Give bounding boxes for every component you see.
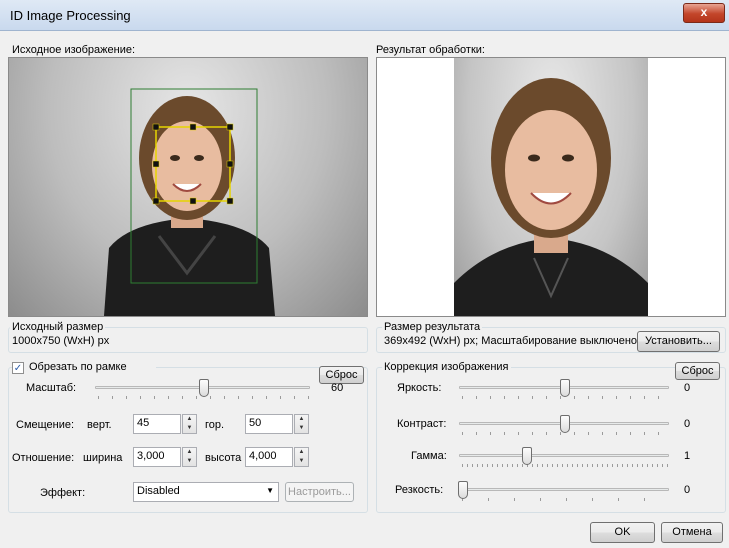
gamma-label: Гамма: — [411, 450, 447, 462]
ratio-height-label: высота — [205, 452, 242, 464]
scale-label: Масштаб: — [26, 382, 77, 394]
brightness-slider-thumb[interactable] — [560, 379, 570, 397]
scale-slider-thumb[interactable] — [199, 379, 209, 397]
result-image — [454, 58, 648, 316]
ratio-width-spinner[interactable]: ▲ ▼ — [182, 447, 197, 467]
spin-up-icon[interactable]: ▲ — [295, 415, 308, 424]
offset-hor-input[interactable]: 50 — [245, 414, 293, 434]
correction-group-title: Коррекция изображения — [382, 361, 511, 373]
contrast-value: 0 — [684, 418, 691, 430]
gamma-value: 1 — [684, 450, 691, 462]
ratio-label: Отношение: — [12, 452, 75, 464]
contrast-label: Контраст: — [397, 418, 447, 430]
sharpness-slider-thumb[interactable] — [458, 481, 468, 499]
gamma-slider-ticks — [462, 464, 669, 467]
chevron-down-icon[interactable]: ▼ — [266, 486, 274, 495]
ratio-width-input[interactable]: 3,000 — [133, 447, 181, 467]
result-image-label: Результат обработки: — [376, 44, 485, 56]
sharpness-slider-ticks — [462, 498, 669, 501]
spin-down-icon[interactable]: ▼ — [183, 457, 196, 466]
source-image-label: Исходное изображение: — [12, 44, 136, 56]
ratio-height-input[interactable]: 4,000 — [245, 447, 293, 467]
offset-vert-input[interactable]: 45 — [133, 414, 181, 434]
source-photo — [104, 88, 275, 316]
close-button[interactable]: x — [683, 3, 725, 23]
source-size-value: 1000x750 (WxH) px — [12, 335, 110, 347]
sharpness-slider-track[interactable] — [459, 488, 669, 491]
spin-up-icon[interactable]: ▲ — [183, 448, 196, 457]
source-image — [8, 57, 368, 317]
spin-down-icon[interactable]: ▼ — [183, 424, 196, 433]
ok-button[interactable]: OK — [590, 522, 655, 543]
spin-down-icon[interactable]: ▼ — [295, 457, 308, 466]
offset-hor-spinner[interactable]: ▲ ▼ — [294, 414, 309, 434]
sharpness-label: Резкость: — [395, 484, 444, 496]
effect-label: Эффект: — [40, 487, 86, 499]
result-image-frame — [376, 57, 726, 317]
result-size-value: 369x492 (WxH) px; Масштабирование выключ… — [384, 335, 638, 347]
ratio-width-label: ширина — [83, 452, 123, 464]
gamma-slider-track[interactable] — [459, 454, 669, 457]
sharpness-value: 0 — [684, 484, 691, 496]
crop-checkbox[interactable]: ✓ — [12, 362, 24, 374]
configure-effect-button[interactable]: Настроить... — [285, 482, 354, 502]
offset-label: Смещение: — [16, 419, 75, 431]
crop-checkbox-label[interactable]: Обрезать по рамке — [29, 361, 127, 373]
brightness-value: 0 — [684, 382, 691, 394]
offset-hor-label: гор. — [205, 419, 225, 431]
ratio-height-spinner[interactable]: ▲ ▼ — [294, 447, 309, 467]
spin-down-icon[interactable]: ▼ — [295, 424, 308, 433]
result-photo — [454, 78, 648, 316]
effect-select[interactable]: Disabled ▼ — [133, 482, 279, 502]
offset-vert-spinner[interactable]: ▲ ▼ — [182, 414, 197, 434]
brightness-label: Яркость: — [397, 382, 442, 394]
result-size-title: Размер результата — [382, 321, 483, 333]
contrast-slider-thumb[interactable] — [560, 415, 570, 433]
set-size-button[interactable]: Установить... — [637, 331, 720, 352]
window-title: ID Image Processing — [10, 8, 131, 23]
cancel-button[interactable]: Отмена — [661, 522, 723, 543]
crop-group-title: ✓ Обрезать по рамке — [12, 361, 156, 375]
spin-up-icon[interactable]: ▲ — [183, 415, 196, 424]
effect-select-value: Disabled — [137, 485, 180, 497]
correction-reset-button[interactable]: Сброс — [675, 362, 720, 380]
source-size-title: Исходный размер — [10, 321, 106, 333]
offset-vert-label: верт. — [87, 419, 112, 431]
spin-up-icon[interactable]: ▲ — [295, 448, 308, 457]
scale-value: 60 — [331, 382, 344, 394]
gamma-slider-thumb[interactable] — [522, 447, 532, 465]
